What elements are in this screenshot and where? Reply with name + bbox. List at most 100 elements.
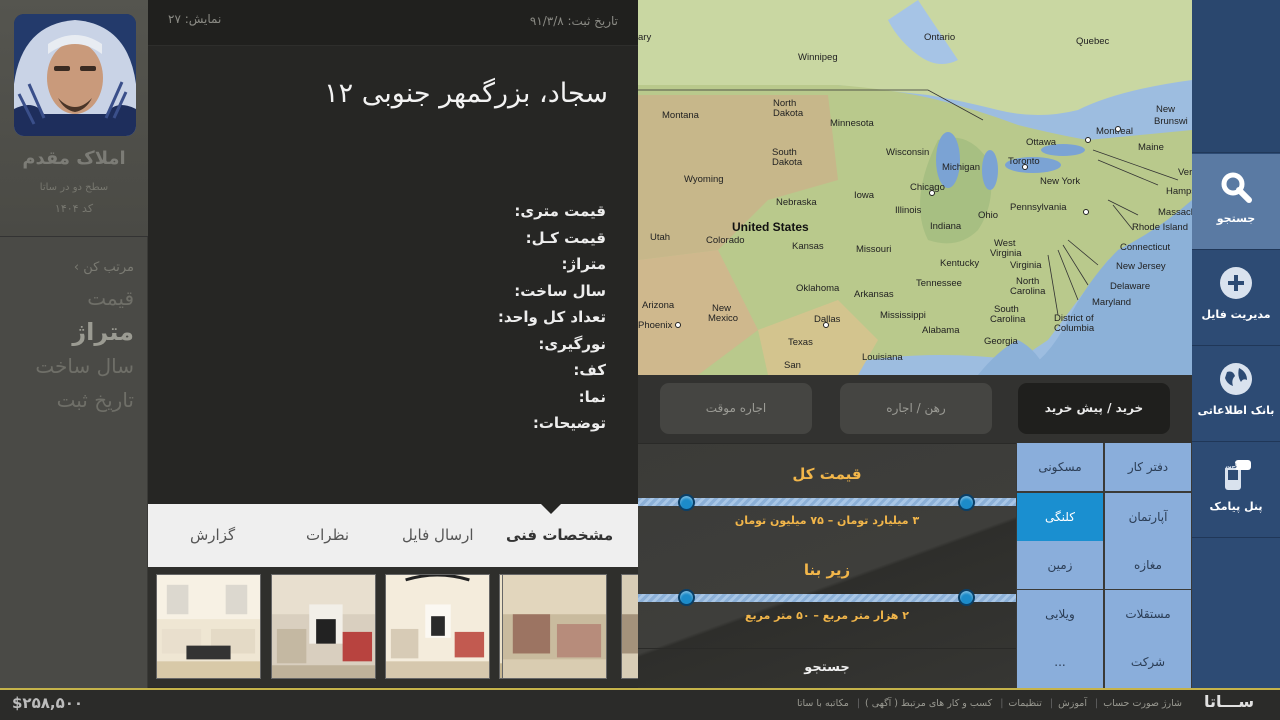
footer-link-contact[interactable]: مکاتبه با ساتا: [797, 698, 849, 709]
nav-search-label: جستجو: [1216, 212, 1256, 225]
svg-text:Hamps: Hamps: [1166, 186, 1192, 197]
svg-text:Rhode Island: Rhode Island: [1132, 222, 1188, 233]
footer-link-tutorial[interactable]: آموزش: [1058, 698, 1087, 709]
svg-text:Iowa: Iowa: [854, 190, 875, 201]
svg-text:Brunswi: Brunswi: [1154, 116, 1188, 127]
price-slider-max-handle[interactable]: [958, 494, 975, 511]
globe-icon: [1220, 363, 1252, 395]
svg-text:Quebec: Quebec: [1076, 36, 1110, 47]
price-range-text: ۳ میلیارد تومان – ۷۵ میلیون تومان: [734, 514, 920, 527]
area-slider-max-handle[interactable]: [958, 589, 975, 606]
svg-text:Alabama: Alabama: [922, 325, 960, 336]
sms-phone-icon: SMS: [1222, 460, 1251, 490]
spec-description: توضیحات:: [532, 414, 606, 432]
svg-text:Montreal: Montreal: [1096, 126, 1133, 137]
svg-text:Carolina: Carolina: [990, 314, 1026, 325]
avatar[interactable]: [14, 14, 136, 136]
svg-text:Wisconsin: Wisconsin: [886, 147, 929, 158]
nav-sms-panel[interactable]: SMS پنل پیامک: [1192, 442, 1280, 538]
type-independent[interactable]: مستقلات: [1105, 590, 1191, 638]
footer-link-related-business[interactable]: کسب و کار های مرتبط ( آگهی ): [865, 698, 992, 709]
sort-by-build-year[interactable]: سال ساخت: [0, 349, 134, 383]
sort-by-price[interactable]: قیمت: [0, 281, 134, 315]
svg-text:Michigan: Michigan: [942, 162, 980, 173]
nav-file-management-label: مدیریت فایل: [1201, 308, 1271, 321]
spec-list: قیمت متری: قیمت کـل: متراژ: سال ساخت: تع…: [400, 198, 606, 437]
svg-text:Verm: Verm: [1178, 167, 1192, 178]
svg-text:Columbia: Columbia: [1054, 323, 1095, 334]
svg-text:Chicago: Chicago: [910, 182, 945, 193]
svg-text:Colorado: Colorado: [706, 235, 745, 246]
svg-text:Dakota: Dakota: [772, 157, 803, 168]
tab-comments[interactable]: نظرات: [306, 526, 349, 544]
svg-text:Connecticut: Connecticut: [1120, 242, 1171, 253]
nav-search[interactable]: جستجو: [1192, 154, 1280, 250]
agency-name: املاک مقدم: [22, 148, 126, 169]
nav-file-management[interactable]: مدیریت فایل: [1192, 250, 1280, 346]
property-photo[interactable]: [385, 574, 490, 679]
svg-text:Arkansas: Arkansas: [854, 289, 894, 300]
type-land[interactable]: زمین: [1017, 541, 1103, 589]
svg-text:SMS: SMS: [1222, 463, 1237, 470]
sort-by-area[interactable]: متراژ: [0, 315, 134, 349]
svg-text:Winnipeg: Winnipeg: [798, 52, 838, 63]
nav-database[interactable]: بانک اطلاعاتی: [1192, 346, 1280, 442]
type-villa[interactable]: ویلایی: [1017, 590, 1103, 638]
svg-text:Mississippi: Mississippi: [880, 310, 926, 321]
map-view[interactable]: Ontario Quebec Winnipeg NorthDakota Mont…: [638, 0, 1192, 375]
svg-text:Tennessee: Tennessee: [916, 278, 962, 289]
agency-code: کد ۱۴۰۴: [54, 202, 94, 215]
svg-text:Texas: Texas: [788, 337, 813, 348]
svg-text:Montana: Montana: [662, 110, 700, 121]
type-apartment[interactable]: آپارتمان: [1105, 493, 1191, 541]
spec-total-price: قیمت کـل:: [525, 228, 606, 247]
type-residential[interactable]: مسکونی: [1017, 443, 1103, 491]
svg-text:Minnesota: Minnesota: [830, 118, 875, 129]
type-shop[interactable]: مغازه: [1105, 541, 1191, 589]
active-tab-pointer: [540, 503, 562, 514]
type-teardown[interactable]: کلنگی: [1017, 493, 1103, 541]
svg-text:Maine: Maine: [1138, 142, 1164, 153]
footer-link-settings[interactable]: تنظیمات: [1008, 698, 1042, 709]
svg-text:Illinois: Illinois: [895, 205, 922, 216]
type-company[interactable]: شرکت: [1105, 638, 1191, 688]
footer-links: شارژ صورت حساب| آموزش| تنظیمات| کسب و کا…: [797, 698, 1182, 709]
svg-text:Kansas: Kansas: [792, 241, 824, 252]
svg-text:Ohio: Ohio: [978, 210, 998, 221]
registration-date: تاریخ ثبت: ۹۱/۳/۸: [529, 14, 618, 28]
nav-database-label: بانک اطلاعاتی: [1197, 404, 1275, 417]
svg-text:Ottawa: Ottawa: [1026, 137, 1057, 148]
property-photo[interactable]: [621, 574, 638, 679]
svg-text:New York: New York: [1040, 176, 1080, 187]
property-photo[interactable]: [156, 574, 261, 679]
area-filter-label: زیر بنا: [803, 561, 851, 579]
search-button[interactable]: جستجو: [638, 648, 1016, 688]
tab-send-file[interactable]: ارسال فایل: [402, 526, 474, 544]
svg-text:Missouri: Missouri: [856, 244, 891, 255]
tab-report[interactable]: گزارش: [190, 526, 235, 544]
svg-text:Virginia: Virginia: [990, 248, 1022, 259]
property-photo[interactable]: [271, 574, 376, 679]
svg-text:Virginia: Virginia: [1010, 260, 1042, 271]
spec-price-per-meter: قیمت متری:: [514, 202, 606, 220]
area-slider-min-handle[interactable]: [678, 589, 695, 606]
tab-technical-specs[interactable]: مشخصات فنی: [506, 526, 613, 544]
type-more[interactable]: ...: [1017, 638, 1103, 688]
svg-text:Wyoming: Wyoming: [684, 174, 724, 185]
deal-mortgage-rent-button[interactable]: رهن / اجاره: [840, 383, 992, 434]
property-title: سجاد، بزرگمهر جنوبی ۱۲: [324, 78, 608, 109]
footer-link-charge[interactable]: شارژ صورت حساب: [1103, 698, 1182, 709]
svg-text:Delaware: Delaware: [1110, 281, 1150, 292]
deal-buy-button[interactable]: خرید / پیش خرید: [1018, 383, 1170, 434]
nav-header: [1192, 0, 1280, 153]
account-balance: $۲۵۸,۵۰۰: [12, 694, 84, 712]
svg-text:Nebraska: Nebraska: [776, 197, 817, 208]
property-photo[interactable]: [502, 574, 607, 679]
svg-text:ary: ary: [638, 32, 651, 43]
deal-temporary-rent-button[interactable]: اجاره موقت: [660, 383, 812, 434]
view-count: نمایش: ۲۷: [168, 12, 222, 26]
price-slider-min-handle[interactable]: [678, 494, 695, 511]
svg-text:New: New: [1156, 104, 1175, 115]
type-office[interactable]: دفتر کار: [1105, 443, 1191, 491]
sort-by-reg-date[interactable]: تاریخ ثبت: [0, 383, 134, 417]
